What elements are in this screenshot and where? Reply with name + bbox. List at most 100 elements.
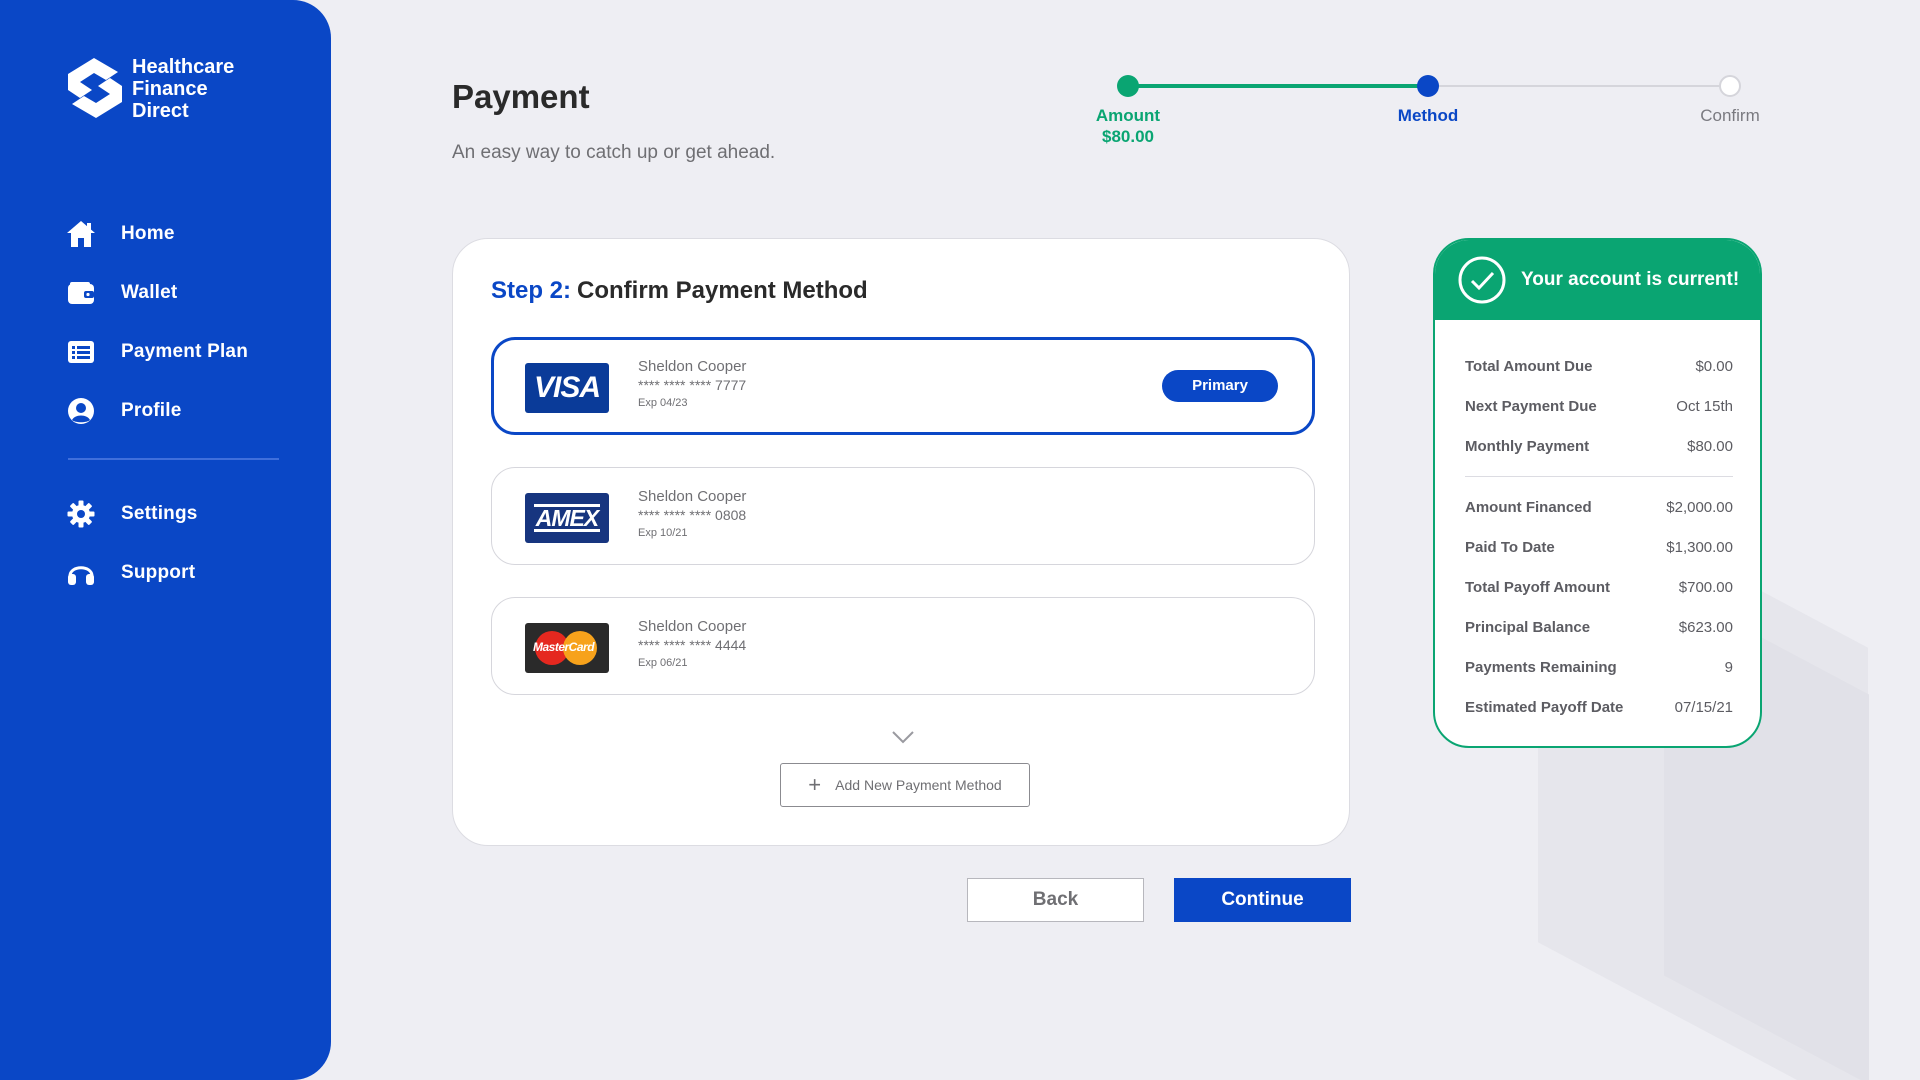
card-expiry: Exp 06/21	[638, 657, 688, 669]
summary-value: 9	[1724, 658, 1733, 676]
summary-value: $0.00	[1695, 357, 1733, 375]
card-number: **** **** **** 7777	[638, 377, 747, 393]
nav-label: Settings	[121, 502, 198, 524]
card-info: Sheldon Cooper **** **** **** 7777 Exp 0…	[638, 358, 746, 409]
step-label-confirm: Confirm	[1700, 106, 1760, 125]
nav-item-payment-plan[interactable]: Payment Plan	[66, 322, 296, 381]
summary-key: Total Payoff Amount	[1465, 578, 1610, 596]
visa-logo-icon: VISA	[525, 363, 609, 413]
nav-item-wallet[interactable]: Wallet	[66, 263, 296, 322]
nav-label: Support	[121, 561, 196, 583]
step-amount-value: $80.00	[1102, 127, 1154, 146]
nav-divider	[68, 458, 279, 460]
card-holder: Sheldon Cooper	[638, 488, 747, 505]
step-dot-method[interactable]	[1417, 75, 1439, 97]
wallet-icon	[66, 278, 96, 308]
nav-label: Profile	[121, 399, 182, 421]
payment-method-mastercard[interactable]: MasterCard Sheldon Cooper **** **** ****…	[491, 597, 1315, 695]
summary-row: Total Amount Due $0.00	[1465, 346, 1733, 386]
brand-name-line: Direct	[132, 100, 189, 122]
continue-button[interactable]: Continue	[1174, 878, 1351, 922]
summary-key: Payments Remaining	[1465, 658, 1617, 676]
page-subtitle: An easy way to catch up or get ahead.	[452, 142, 776, 163]
brand[interactable]: Healthcare Finance Direct	[66, 56, 234, 122]
summary-value: $623.00	[1678, 618, 1733, 636]
step-label-amount: Amount $80.00	[1080, 106, 1176, 147]
nav-label: Home	[121, 222, 175, 244]
list-icon	[66, 337, 96, 367]
card-expiry: Exp 04/23	[638, 397, 688, 409]
summary-value: $80.00	[1687, 437, 1733, 455]
plus-icon: +	[808, 772, 822, 797]
card-number: **** **** **** 0808	[638, 507, 747, 523]
card-expiry: Exp 10/21	[638, 527, 688, 539]
nav-label: Payment Plan	[121, 340, 249, 362]
summary-row: Principal Balance $623.00	[1465, 607, 1733, 647]
summary-key: Estimated Payoff Date	[1465, 698, 1624, 716]
summary-row: Next Payment Due Oct 15th	[1465, 386, 1733, 426]
step-label-text: Amount	[1095, 106, 1161, 125]
brand-name-line: Healthcare	[132, 56, 235, 78]
summary-value: 07/15/21	[1674, 698, 1733, 716]
summary-key: Principal Balance	[1465, 618, 1591, 636]
check-circle-icon	[1458, 256, 1506, 304]
summary-row: Payments Remaining 9	[1465, 647, 1733, 687]
summary-value: $1,300.00	[1666, 538, 1733, 556]
stepper-track-complete	[1128, 84, 1422, 88]
secondary-nav: Settings Support	[66, 484, 296, 602]
add-payment-method-button[interactable]: + Add New Payment Method	[780, 763, 1030, 807]
user-icon	[66, 396, 96, 426]
summary-row: Monthly Payment $80.00	[1465, 426, 1733, 466]
summary-row: Paid To Date $1,300.00	[1465, 527, 1733, 567]
sidebar: Healthcare Finance Direct Home Wallet Pa…	[0, 0, 331, 1080]
mastercard-logo-icon: MasterCard	[525, 623, 609, 673]
nav-item-home[interactable]: Home	[66, 204, 296, 263]
page-title: Payment	[452, 78, 590, 115]
amex-logo-text: AMEX	[533, 504, 601, 532]
card-holder: Sheldon Cooper	[638, 618, 747, 635]
summary-key: Next Payment Due	[1465, 397, 1597, 415]
account-status-header: Your account is current!	[1435, 240, 1760, 320]
home-icon	[66, 219, 96, 249]
account-status-text: Your account is current!	[1521, 269, 1740, 290]
primary-nav: Home Wallet Payment Plan Profile	[66, 204, 296, 440]
card-holder: Sheldon Cooper	[638, 358, 747, 375]
summary-key: Paid To Date	[1465, 538, 1555, 556]
payment-method-amex[interactable]: AMEX Sheldon Cooper **** **** **** 0808 …	[491, 467, 1315, 565]
card-info: Sheldon Cooper **** **** **** 4444 Exp 0…	[638, 618, 746, 669]
step-dot-amount[interactable]	[1117, 75, 1139, 97]
summary-divider	[1465, 476, 1733, 477]
brand-name: Healthcare Finance Direct	[132, 56, 234, 122]
summary-row: Amount Financed $2,000.00	[1465, 487, 1733, 527]
nav-item-settings[interactable]: Settings	[66, 484, 296, 543]
add-payment-method-label: Add New Payment Method	[835, 777, 1002, 793]
summary-key: Amount Financed	[1465, 498, 1592, 516]
card-title-text: Confirm Payment Method	[577, 277, 868, 304]
back-button[interactable]: Back	[967, 878, 1144, 922]
summary-value: $700.00	[1678, 578, 1733, 596]
step-dot-confirm[interactable]	[1719, 75, 1741, 97]
summary-key: Monthly Payment	[1465, 437, 1590, 455]
summary-rows: Total Amount Due $0.00 Next Payment Due Oc…	[1435, 320, 1760, 727]
summary-value: $2,000.00	[1666, 498, 1733, 516]
nav-item-support[interactable]: Support	[66, 543, 296, 602]
primary-badge: Primary	[1162, 370, 1278, 402]
gear-icon	[66, 499, 96, 529]
summary-value: Oct 15th	[1676, 397, 1733, 415]
step-label-method: Method	[1397, 106, 1459, 125]
mastercard-logo-text: MasterCard	[533, 640, 595, 654]
summary-row: Total Payoff Amount $700.00	[1465, 567, 1733, 607]
card-title: Step 2: Confirm Payment Method	[491, 277, 868, 305]
chevron-down-icon[interactable]	[891, 729, 915, 745]
summary-key: Total Amount Due	[1465, 357, 1593, 375]
nav-item-profile[interactable]: Profile	[66, 381, 296, 440]
card-number: **** **** **** 4444	[638, 637, 747, 653]
hfd-logo-icon	[68, 58, 122, 118]
payment-method-visa[interactable]: VISA Sheldon Cooper **** **** **** 7777 …	[491, 337, 1315, 435]
headset-icon	[66, 558, 96, 588]
card-info: Sheldon Cooper **** **** **** 0808 Exp 1…	[638, 488, 746, 539]
account-summary-card: Your account is current! Total Amount Du…	[1433, 238, 1762, 748]
amex-logo-icon: AMEX	[525, 493, 609, 543]
brand-name-line: Finance	[132, 78, 208, 100]
summary-row: Estimated Payoff Date 07/15/21	[1465, 687, 1733, 727]
